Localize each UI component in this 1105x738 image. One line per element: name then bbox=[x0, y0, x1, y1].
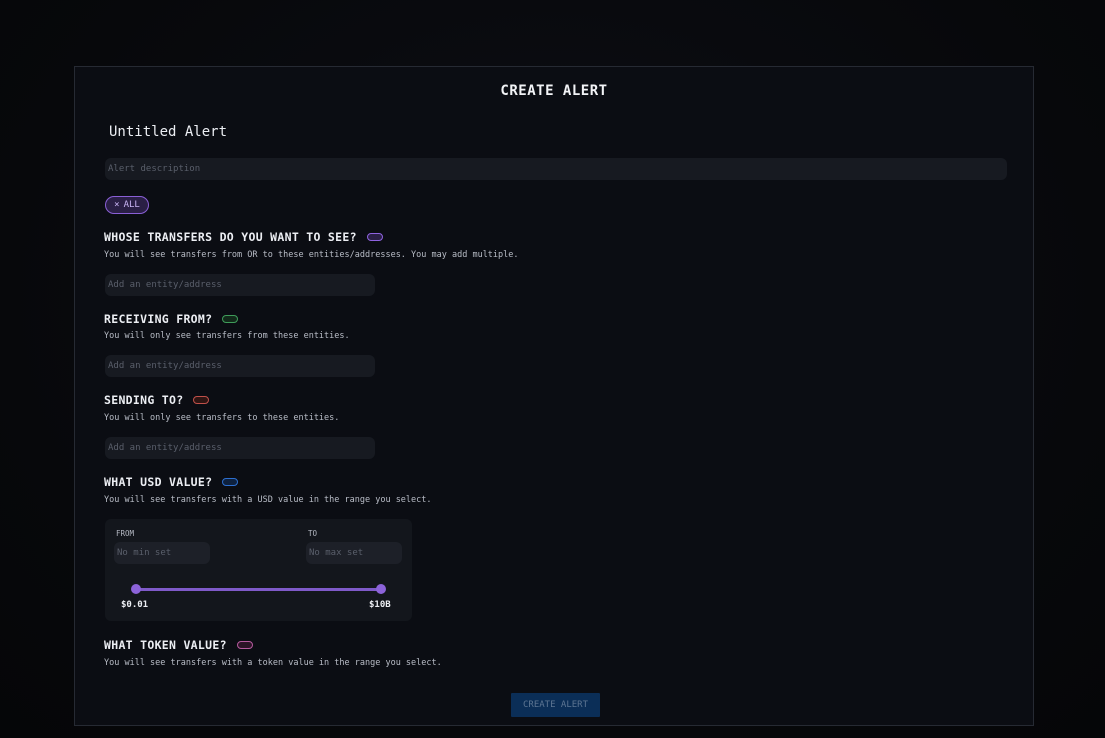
usd-slider-max-value: $10B bbox=[369, 600, 391, 610]
x-icon: × bbox=[114, 200, 120, 210]
section-whose-transfers-title: WHOSE TRANSFERS DO YOU WANT TO SEE? bbox=[104, 230, 383, 244]
section-whose-transfers-subtitle: You will see transfers from OR to these … bbox=[104, 250, 519, 260]
section-title-text: RECEIVING FROM? bbox=[104, 312, 213, 326]
section-title-text: WHAT TOKEN VALUE? bbox=[104, 638, 227, 652]
usd-range-panel: FROM TO $0.01 $10B bbox=[105, 519, 412, 621]
section-sending-to-subtitle: You will only see transfers to these ent… bbox=[104, 413, 340, 423]
section-title-text: WHOSE TRANSFERS DO YOU WANT TO SEE? bbox=[104, 230, 357, 244]
create-alert-modal: CREATE ALERT Untitled Alert × ALL WHOSE … bbox=[74, 66, 1034, 726]
section-title-text: SENDING TO? bbox=[104, 393, 184, 407]
receiving-from-toggle[interactable] bbox=[222, 315, 239, 323]
min-usd-input[interactable] bbox=[114, 542, 210, 564]
modal-title: CREATE ALERT bbox=[500, 83, 608, 99]
section-receiving-from-title: RECEIVING FROM? bbox=[104, 312, 239, 326]
max-usd-input[interactable] bbox=[306, 542, 402, 564]
usd-slider-max-handle[interactable] bbox=[376, 584, 386, 594]
whose-transfers-entity-input[interactable] bbox=[105, 274, 375, 296]
alert-description-input[interactable] bbox=[105, 158, 1007, 180]
from-label: FROM bbox=[116, 529, 135, 538]
section-title-text: WHAT USD VALUE? bbox=[104, 475, 213, 489]
create-alert-button[interactable]: CREATE ALERT bbox=[511, 693, 600, 717]
usd-slider-min-handle[interactable] bbox=[131, 584, 141, 594]
section-token-value-title: WHAT TOKEN VALUE? bbox=[104, 638, 253, 652]
usd-range-slider-track[interactable] bbox=[136, 588, 381, 591]
chip-label: ALL bbox=[123, 200, 140, 210]
sending-to-toggle[interactable] bbox=[193, 396, 210, 404]
token-value-toggle[interactable] bbox=[236, 641, 253, 649]
alert-name[interactable]: Untitled Alert bbox=[109, 124, 227, 140]
whose-transfers-toggle[interactable] bbox=[366, 233, 383, 241]
all-filter-chip[interactable]: × ALL bbox=[105, 196, 149, 214]
section-usd-value-subtitle: You will see transfers with a USD value … bbox=[104, 495, 432, 505]
section-sending-to-title: SENDING TO? bbox=[104, 393, 210, 407]
section-token-value-subtitle: You will see transfers with a token valu… bbox=[104, 658, 442, 668]
section-usd-value-title: WHAT USD VALUE? bbox=[104, 475, 239, 489]
receiving-from-entity-input[interactable] bbox=[105, 355, 375, 377]
usd-value-toggle[interactable] bbox=[222, 478, 239, 486]
usd-slider-min-value: $0.01 bbox=[121, 600, 149, 610]
to-label: TO bbox=[308, 529, 318, 538]
sending-to-entity-input[interactable] bbox=[105, 437, 375, 459]
section-receiving-from-subtitle: You will only see transfers from these e… bbox=[104, 331, 350, 341]
